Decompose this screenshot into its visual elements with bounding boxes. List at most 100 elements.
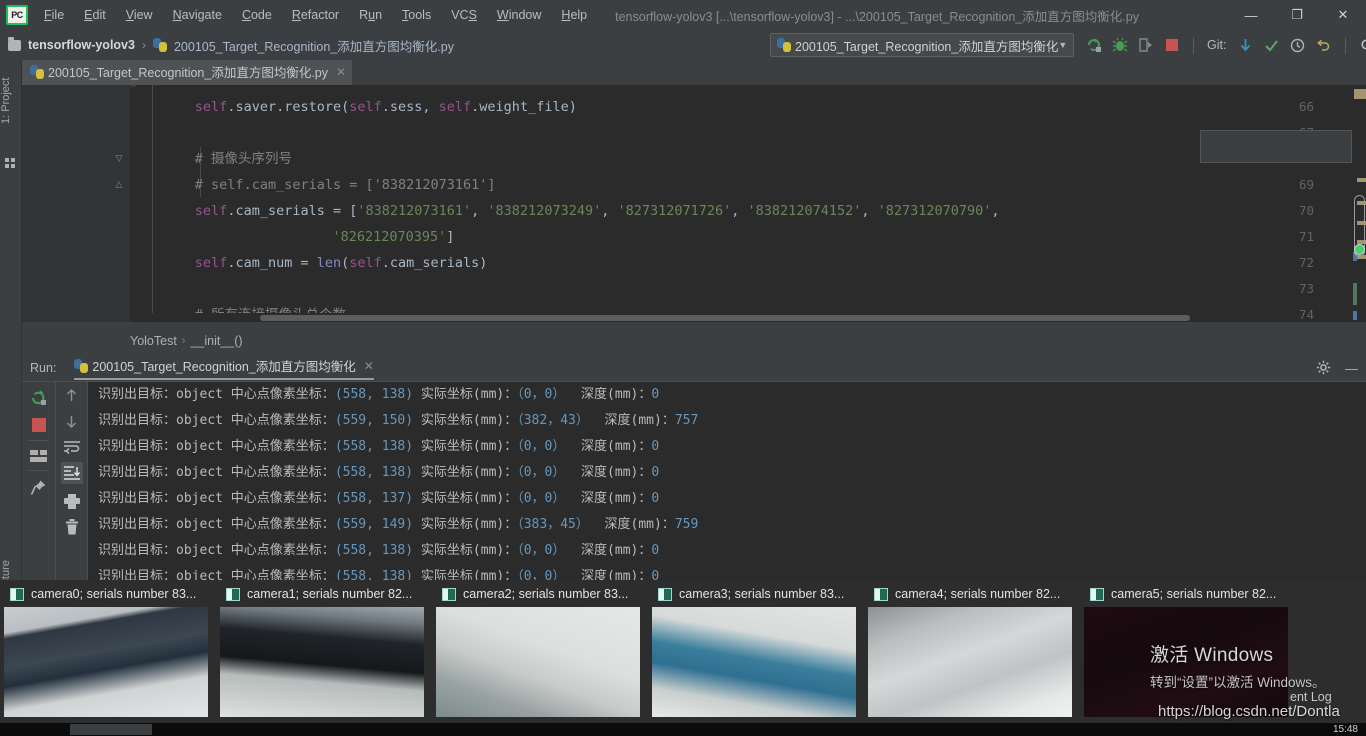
menu-tools[interactable]: Tools — [392, 4, 441, 26]
breadcrumb-method[interactable]: __init__() — [190, 334, 242, 348]
console-token: (558, 138) — [334, 569, 414, 580]
sidebar-tab-project[interactable]: 1: Project — [0, 64, 22, 138]
console-line[interactable]: 识别出目标：object 中心点像素坐标：(558, 137) 实际坐标(mm)… — [98, 486, 659, 512]
code-line[interactable]: '826212070395'] — [130, 229, 455, 245]
menu-edit[interactable]: Edit — [74, 4, 116, 26]
git-history-icon[interactable] — [1289, 37, 1306, 54]
console-token: 深度(mm)： — [588, 413, 675, 428]
console-line[interactable]: 识别出目标：object 中心点像素坐标：(558, 138) 实际坐标(mm)… — [98, 564, 659, 580]
breadcrumb-class[interactable]: YoloTest — [130, 334, 177, 348]
run-button[interactable] — [1085, 37, 1102, 54]
close-button[interactable]: ✕ — [1320, 0, 1366, 30]
run-actions-column-1 — [22, 382, 56, 580]
camera-window[interactable]: camera4; serials number 82... — [868, 580, 1084, 723]
code-line[interactable]: # self.cam_serials = ['838212073161'] — [130, 177, 496, 193]
console-line[interactable]: 识别出目标：object 中心点像素坐标：(558, 138) 实际坐标(mm)… — [98, 460, 659, 486]
menu-vcs[interactable]: VCS — [441, 4, 487, 26]
camera-window[interactable]: camera2; serials number 83... — [436, 580, 652, 723]
code-token: , — [991, 203, 1000, 219]
restore-layout-button[interactable] — [28, 446, 50, 468]
run-tab[interactable]: 200105_Target_Recognition_添加直方图均衡化 ✕ — [74, 356, 374, 380]
pin-tab-button[interactable] — [28, 476, 50, 498]
print-button[interactable] — [61, 490, 83, 512]
rerun-button[interactable] — [28, 386, 50, 408]
menu-code[interactable]: Code — [232, 4, 282, 26]
git-rollback-icon[interactable] — [1315, 37, 1332, 54]
console-output[interactable]: 识别出目标：object 中心点像素坐标：(558, 138) 实际坐标(mm)… — [88, 382, 1366, 580]
hide-panel-icon[interactable]: — — [1345, 361, 1358, 376]
console-token: object — [176, 543, 223, 558]
run-configuration-selector[interactable]: 200105_Target_Recognition_添加直方图均衡化 ▼ — [770, 33, 1075, 57]
code-token: self — [349, 99, 382, 115]
toolbar-divider — [1193, 36, 1194, 54]
maximize-button[interactable]: ❐ — [1274, 0, 1320, 30]
editor-tab[interactable]: 200105_Target_Recognition_添加直方图均衡化.py ✕ — [22, 60, 353, 85]
scroll-to-end-button[interactable] — [60, 462, 83, 484]
minimize-button[interactable]: — — [1228, 0, 1274, 30]
run-panel-label: Run: — [30, 361, 57, 375]
camera-window[interactable]: camera1; serials number 82... — [220, 580, 436, 723]
editor-hscroll-thumb[interactable] — [260, 315, 1190, 321]
opencv-window-icon — [226, 587, 240, 601]
console-token: 深度(mm)： — [565, 491, 652, 506]
code-fold-marker[interactable]: ▽ — [114, 153, 124, 163]
scroll-up-button[interactable] — [61, 384, 83, 406]
run-tool-window: Run: 200105_Target_Recognition_添加直方图均衡化 … — [22, 355, 1366, 580]
windows-activation-watermark: 激活 Windows 转到“设置”以激活 Windows。 — [1150, 640, 1365, 691]
breadcrumb-file[interactable]: 200105_Target_Recognition_添加直方图均衡化.py — [174, 36, 454, 55]
run-with-coverage-button[interactable] — [1137, 37, 1154, 54]
debug-button[interactable] — [1111, 37, 1128, 54]
console-token: 0 — [651, 491, 660, 506]
console-line[interactable]: 识别出目标：object 中心点像素坐标：(558, 138) 实际坐标(mm)… — [98, 382, 659, 408]
search-icon[interactable] — [1359, 37, 1366, 54]
console-line[interactable]: 识别出目标：object 中心点像素坐标：(558, 138) 实际坐标(mm)… — [98, 434, 659, 460]
code-line[interactable]: self.cam_serials = ['838212073161', '838… — [130, 203, 1000, 219]
console-line[interactable]: 识别出目标：object 中心点像素坐标：(559, 149) 实际坐标(mm)… — [98, 512, 698, 538]
stop-button[interactable] — [1163, 37, 1180, 54]
close-icon[interactable]: ✕ — [336, 65, 346, 79]
editor-tab-label: 200105_Target_Recognition_添加直方图均衡化.py — [48, 66, 328, 80]
console-line[interactable]: 识别出目标：object 中心点像素坐标：(558, 138) 实际坐标(mm)… — [98, 538, 659, 564]
event-log-label[interactable]: ent Log — [1290, 690, 1332, 704]
menu-view[interactable]: View — [116, 4, 163, 26]
code-token: # self.cam_serials = ['838212073161'] — [194, 177, 496, 193]
menu-window[interactable]: Window — [487, 4, 551, 26]
editor-marker-bar[interactable] — [1352, 85, 1366, 322]
taskbar-preview-thumb[interactable] — [70, 724, 152, 735]
soft-wrap-button[interactable] — [61, 436, 83, 458]
camera-window[interactable]: camera0; serials number 83... — [4, 580, 220, 723]
console-token: 中心点像素坐标： — [222, 543, 335, 558]
git-update-icon[interactable] — [1237, 37, 1254, 54]
code-token: self — [194, 203, 228, 219]
line-number: 71 — [1298, 229, 1314, 244]
menu-run[interactable]: Run — [349, 4, 392, 26]
menu-file[interactable]: File — [34, 4, 74, 26]
run-tab-close-icon[interactable]: ✕ — [364, 359, 374, 373]
code-editor[interactable]: self.saver.restore(self.sess, self.weigh… — [22, 85, 1366, 322]
camera-title-label: camera4; serials number 82... — [895, 587, 1061, 601]
scroll-down-button[interactable] — [61, 410, 83, 432]
menu-refactor[interactable]: Refactor — [282, 4, 349, 26]
breadcrumb-project[interactable]: tensorflow-yolov3 — [28, 38, 135, 52]
code-text-area[interactable]: self.saver.restore(self.sess, self.weigh… — [130, 85, 1366, 322]
chevron-down-icon[interactable]: ▼ — [1058, 40, 1067, 50]
menu-navigate[interactable]: Navigate — [163, 4, 232, 26]
inspection-ok-icon[interactable] — [1354, 244, 1365, 255]
code-line[interactable]: # 摄像头序列号 — [130, 151, 292, 167]
menu-help[interactable]: Help — [551, 4, 597, 26]
code-line[interactable]: self.cam_num = len(self.cam_serials) — [130, 255, 488, 271]
divider-2 — [28, 470, 48, 471]
git-commit-icon[interactable] — [1263, 37, 1280, 54]
editor-hscroll-track[interactable] — [130, 313, 1208, 322]
python-file-icon — [152, 38, 167, 52]
code-line[interactable]: self.saver.restore(self.sess, self.weigh… — [130, 99, 577, 115]
clear-all-button[interactable] — [61, 516, 83, 538]
console-line[interactable]: 识别出目标：object 中心点像素坐标：(559, 150) 实际坐标(mm)… — [98, 408, 698, 434]
gear-icon[interactable] — [1316, 360, 1331, 378]
console-token: 中心点像素坐标： — [222, 413, 335, 428]
console-token: 实际坐标(mm)： — [413, 413, 518, 428]
code-fold-marker[interactable]: △ — [114, 179, 124, 189]
breadcrumb: tensorflow-yolov3 › 200105_Target_Recogn… — [8, 36, 454, 55]
stop-process-button[interactable] — [28, 414, 50, 436]
camera-window[interactable]: camera3; serials number 83... — [652, 580, 868, 723]
